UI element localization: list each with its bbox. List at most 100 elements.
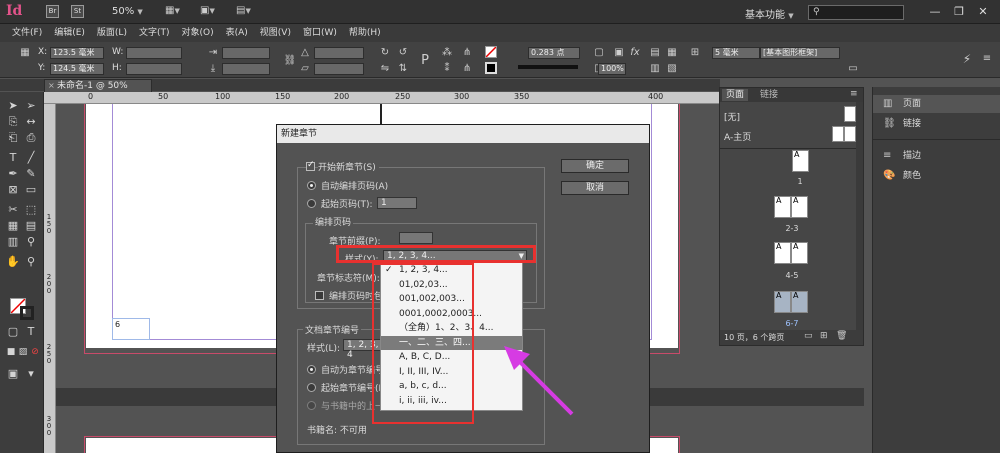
screen-mode-preview-icon[interactable]: ▾ bbox=[22, 366, 40, 382]
auto-chapter-radio[interactable] bbox=[307, 365, 316, 374]
panel-menu-icon[interactable]: ≡ bbox=[980, 52, 994, 66]
frame-style-field[interactable]: [基本图形框架] bbox=[760, 47, 840, 59]
stroke-color-icon[interactable] bbox=[20, 306, 34, 320]
page-thumb-7[interactable]: A bbox=[791, 291, 808, 313]
section-prefix-field[interactable] bbox=[399, 232, 433, 244]
note-tool-icon[interactable]: ▥ bbox=[4, 234, 22, 250]
page-thumb-6[interactable]: A bbox=[774, 291, 791, 313]
rectangle-frame-tool-icon[interactable]: ⊠ bbox=[4, 182, 22, 198]
flip-h-icon[interactable]: ⇋ bbox=[378, 62, 392, 76]
dock-pages[interactable]: ▥ 页面 bbox=[873, 95, 1000, 113]
edit-page-size-icon[interactable]: ▭ bbox=[804, 331, 813, 341]
tab-close-icon[interactable]: × bbox=[48, 80, 55, 92]
pencil-tool-icon[interactable]: ✎ bbox=[22, 166, 40, 182]
stock-button[interactable]: St bbox=[71, 5, 84, 18]
page-tool-icon[interactable]: ⎘ bbox=[4, 114, 22, 130]
search-input[interactable]: ⚲ bbox=[808, 5, 904, 20]
fit-content-icon[interactable]: ▧ bbox=[665, 62, 679, 76]
spacing-field[interactable]: 5 毫米 bbox=[712, 47, 760, 59]
text-wrap-box-icon[interactable]: ▦ bbox=[665, 46, 679, 60]
scale-y-field[interactable] bbox=[222, 63, 270, 75]
zoom-tool-icon[interactable]: ⚲ bbox=[22, 254, 40, 270]
apply-none-icon[interactable]: ⊘ bbox=[26, 344, 44, 360]
rotate-icon[interactable]: △ bbox=[298, 46, 312, 60]
w-field[interactable] bbox=[126, 47, 182, 59]
rectangle-tool-icon[interactable]: ▭ bbox=[22, 182, 40, 198]
delete-page-icon[interactable]: 🗑 bbox=[836, 331, 847, 341]
a-master-thumb-right[interactable] bbox=[844, 126, 856, 142]
bridge-button[interactable]: Br bbox=[46, 5, 59, 18]
style-options-icon[interactable]: ▭ bbox=[846, 62, 860, 76]
include-prefix-checkbox[interactable] bbox=[315, 291, 324, 300]
panel-menu-icon[interactable]: ≡ bbox=[850, 89, 858, 99]
workspace-switcher[interactable]: 基本功能 ▼ bbox=[745, 6, 794, 21]
dock-color[interactable]: 🎨 颜色 bbox=[873, 167, 1000, 185]
type-tool-icon[interactable]: T bbox=[4, 150, 22, 166]
opacity-field[interactable]: 100% bbox=[598, 63, 626, 75]
select-previous-icon[interactable]: ⋔ bbox=[460, 46, 474, 60]
h-field[interactable] bbox=[126, 63, 182, 75]
stroke-swatch[interactable] bbox=[485, 62, 497, 74]
same-as-prev-radio[interactable] bbox=[307, 401, 316, 410]
gap-tool-icon[interactable]: ↔ bbox=[22, 114, 40, 130]
page-thumb-3[interactable]: A bbox=[791, 196, 808, 218]
view-options-icon[interactable]: ▦▼ bbox=[165, 5, 180, 16]
menu-view[interactable]: 视图(V) bbox=[254, 24, 297, 42]
effects-icon[interactable]: fx bbox=[628, 46, 642, 60]
scissors-tool-icon[interactable]: ✂ bbox=[4, 202, 22, 218]
menu-table[interactable]: 表(A) bbox=[220, 24, 254, 42]
menu-type[interactable]: 文字(T) bbox=[133, 24, 176, 42]
gradient-feather-tool-icon[interactable]: ▤ bbox=[22, 218, 40, 234]
stroke-weight-field[interactable]: 0.283 点 bbox=[528, 47, 580, 59]
shear-icon[interactable]: ▱ bbox=[298, 62, 312, 76]
text-wrap-none-icon[interactable]: ▤ bbox=[648, 46, 662, 60]
corner-options-icon[interactable]: ▢ bbox=[592, 46, 606, 60]
stroke-type-selector[interactable] bbox=[518, 65, 578, 69]
rotate-field[interactable] bbox=[314, 47, 364, 59]
formatting-container-icon[interactable]: ▢ bbox=[4, 324, 22, 340]
fit-frame-icon[interactable]: ▥ bbox=[648, 62, 662, 76]
constrain-link-icon[interactable]: ⛓ bbox=[283, 54, 297, 68]
gradient-swatch-tool-icon[interactable]: ▦ bbox=[4, 218, 22, 234]
page-thumb-2[interactable]: A bbox=[774, 196, 791, 218]
select-container-icon[interactable]: ⁂ bbox=[440, 46, 454, 60]
maximize-icon[interactable]: ❐ bbox=[950, 4, 968, 20]
fill-swatch[interactable] bbox=[485, 46, 497, 58]
menu-layout[interactable]: 版面(L) bbox=[91, 24, 133, 42]
page-thumb-1[interactable]: A bbox=[792, 150, 809, 172]
content-placer-icon[interactable]: ⎙ bbox=[22, 130, 40, 146]
tab-links[interactable]: 链接 bbox=[756, 89, 782, 101]
start-at-radio[interactable] bbox=[307, 199, 316, 208]
menu-help[interactable]: 帮助(H) bbox=[343, 24, 387, 42]
screen-mode-normal-icon[interactable]: ▣ bbox=[4, 366, 22, 382]
minimize-icon[interactable]: — bbox=[926, 4, 944, 20]
menu-window[interactable]: 窗口(W) bbox=[297, 24, 343, 42]
ok-button[interactable]: 确定 bbox=[561, 159, 629, 173]
dock-stroke[interactable]: ≡ 描边 bbox=[873, 147, 1000, 165]
free-transform-tool-icon[interactable]: ⬚ bbox=[22, 202, 40, 218]
none-master-thumb[interactable] bbox=[844, 106, 856, 122]
quick-apply-icon[interactable]: ⚡ bbox=[960, 52, 974, 66]
scale-x-field[interactable] bbox=[222, 47, 270, 59]
scale-x-icon[interactable]: ⇥ bbox=[206, 46, 220, 60]
zoom-level[interactable]: 50% ▼ bbox=[112, 6, 143, 17]
dock-links[interactable]: ⛓ 链接 bbox=[873, 115, 1000, 133]
cancel-button[interactable]: 取消 bbox=[561, 181, 629, 195]
start-at-field[interactable]: 1 bbox=[377, 197, 417, 209]
scale-y-icon[interactable]: ⤓ bbox=[206, 62, 220, 76]
select-next-icon[interactable]: ⋔ bbox=[460, 62, 474, 76]
content-collector-icon[interactable]: ⎗ bbox=[4, 130, 22, 146]
tab-pages[interactable]: 页面 bbox=[722, 89, 749, 101]
page-thumb-4[interactable]: A bbox=[774, 242, 791, 264]
pages-scrollbar[interactable] bbox=[856, 102, 863, 330]
selection-tool-icon[interactable]: ➤ bbox=[4, 98, 22, 114]
y-field[interactable]: 124.5 毫米 bbox=[50, 63, 104, 75]
reference-point-icon[interactable]: ▦ bbox=[18, 46, 32, 60]
x-field[interactable]: 123.5 毫米 bbox=[50, 47, 104, 59]
arrange-documents-icon[interactable]: ▤▼ bbox=[236, 5, 251, 16]
line-tool-icon[interactable]: ╱ bbox=[22, 150, 40, 166]
a-master-thumb-left[interactable] bbox=[832, 126, 844, 142]
formatting-text-icon[interactable]: T bbox=[22, 324, 40, 340]
select-content-icon[interactable]: ⁑ bbox=[440, 62, 454, 76]
direct-selection-tool-icon[interactable]: ➢ bbox=[22, 98, 40, 114]
